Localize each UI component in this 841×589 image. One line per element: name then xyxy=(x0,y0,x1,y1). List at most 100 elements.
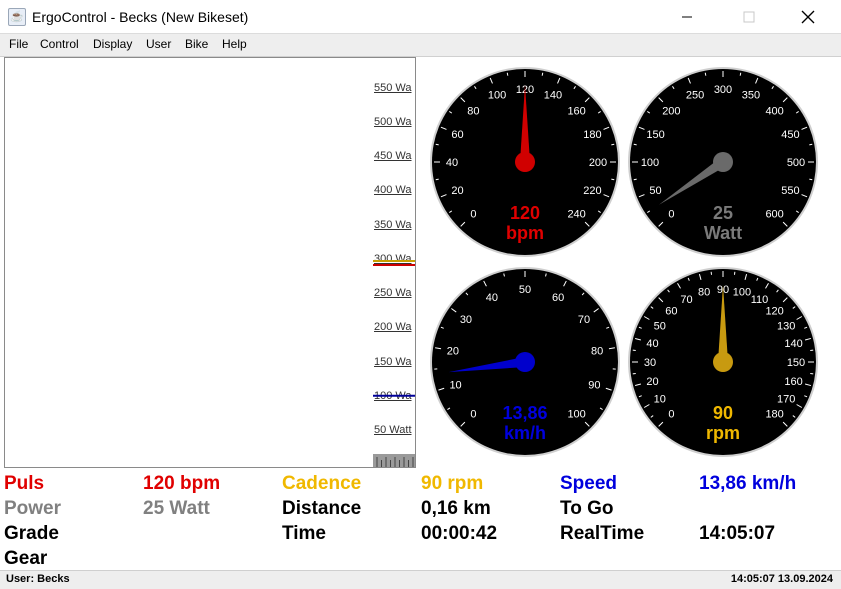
speed-label: Speed xyxy=(560,473,617,495)
gauge-tick-label: 200 xyxy=(662,105,680,117)
gauge-minor-tick xyxy=(740,73,741,76)
gauge-tick-label: 100 xyxy=(641,157,659,169)
puls-label: Puls xyxy=(4,473,44,495)
gauge-tick-label: 120 xyxy=(765,305,783,317)
status-bar: User: Becks 14:05:07 13.09.2024 xyxy=(0,570,841,589)
cadence-value: 90 rpm xyxy=(421,473,483,495)
gauge-minor-tick xyxy=(507,73,508,76)
java-icon: ☕ xyxy=(8,8,26,26)
gauge-tick-label: 90 xyxy=(588,380,600,392)
gauge-tick-label: 240 xyxy=(567,209,585,221)
gauge-tick-label: 50 xyxy=(654,321,666,333)
gauge-tick-label: 60 xyxy=(451,129,463,141)
gauge-value: 90 xyxy=(713,403,733,423)
graph-markers xyxy=(5,58,415,467)
gauge-tick-label: 300 xyxy=(714,84,732,96)
gauge-tick-label: 110 xyxy=(751,294,769,306)
gauge-tick-label: 0 xyxy=(668,209,674,221)
gauge-tick-label: 140 xyxy=(544,90,562,102)
gauge-needle-hub xyxy=(515,352,535,372)
gauge-minor-tick xyxy=(436,144,439,145)
gauge-tick-label: 600 xyxy=(765,209,783,221)
gauge-tick-label: 50 xyxy=(519,284,531,296)
gauge-tick-label: 250 xyxy=(686,90,704,102)
gauge-tick-label: 20 xyxy=(451,185,463,197)
gauge-unit: Watt xyxy=(704,223,742,243)
gauges: 020406080100120140160180200220240120bpm0… xyxy=(417,57,837,468)
gauge-needle-hub xyxy=(713,152,733,172)
gauge-tick-label: 20 xyxy=(447,346,459,358)
gauge-tick-label: 100 xyxy=(488,90,506,102)
gauge-tick-label: 10 xyxy=(654,394,666,406)
gauge-tick-label: 20 xyxy=(646,376,658,388)
gauge-tick-label: 40 xyxy=(486,292,498,304)
status-datetime: 14:05:07 13.09.2024 xyxy=(731,573,833,585)
gauge-minor-tick xyxy=(809,144,812,145)
gauge-tick-label: 40 xyxy=(446,157,458,169)
gauge-tick-label: 350 xyxy=(742,90,760,102)
menu-file[interactable]: File xyxy=(9,37,28,51)
grade-label: Grade xyxy=(4,523,59,545)
menu-bike[interactable]: Bike xyxy=(185,37,208,51)
gauge-tick-label: 150 xyxy=(646,129,664,141)
power-value: 25 Watt xyxy=(143,498,210,520)
gauge-needle-hub xyxy=(713,352,733,372)
gauge-tick-label: 500 xyxy=(787,157,805,169)
gauge-tick-label: 80 xyxy=(591,346,603,358)
gauge-tick-label: 80 xyxy=(467,105,479,117)
gauge-tick-label: 60 xyxy=(665,305,677,317)
gauge-tick-label: 50 xyxy=(649,185,661,197)
maximize-button[interactable] xyxy=(726,0,772,33)
gauge-tick-label: 80 xyxy=(698,286,710,298)
gauge-tick-label: 60 xyxy=(552,292,564,304)
gauge-tick-label: 550 xyxy=(781,185,799,197)
menu-bar: File Control Display User Bike Help xyxy=(0,34,841,57)
gauge-needle-hub xyxy=(515,152,535,172)
gauge-speed: 010203040506070809010013,86km/h xyxy=(430,267,620,457)
cadence-label: Cadence xyxy=(282,473,361,495)
menu-display[interactable]: Display xyxy=(93,37,132,51)
gauge-tick-label: 150 xyxy=(787,357,805,369)
gauge-pulse: 020406080100120140160180200220240120bpm xyxy=(430,67,620,257)
realtime-value: 14:05:07 xyxy=(699,523,775,545)
gauge-unit: rpm xyxy=(706,423,740,443)
gauge-unit: km/h xyxy=(504,423,546,443)
gauge-tick-label: 10 xyxy=(449,380,461,392)
gauge-power: 05010015020025030035040045050055060025Wa… xyxy=(628,67,818,257)
gauge-panel: 020406080100120140160180200220240120bpm0… xyxy=(417,57,837,468)
gauge-tick-label: 200 xyxy=(589,157,607,169)
close-button[interactable] xyxy=(785,0,831,33)
gauge-minor-tick xyxy=(436,179,439,180)
gear-label: Gear xyxy=(4,548,47,570)
distance-value: 0,16 km xyxy=(421,498,491,520)
time-value: 00:00:42 xyxy=(421,523,497,545)
gauge-minor-tick xyxy=(542,73,543,76)
gauge-tick-label: 30 xyxy=(460,314,472,326)
gauge-minor-tick xyxy=(634,179,637,180)
gauge-tick-label: 220 xyxy=(583,185,601,197)
gauge-tick-label: 30 xyxy=(644,357,656,369)
window-title: ErgoControl - Becks (New Bikeset) xyxy=(32,9,248,25)
menu-user[interactable]: User xyxy=(146,37,171,51)
menu-help[interactable]: Help xyxy=(222,37,247,51)
gauge-minor-tick xyxy=(611,179,614,180)
time-label: Time xyxy=(282,523,326,545)
gauge-tick-label: 0 xyxy=(470,209,476,221)
togo-label: To Go xyxy=(560,498,613,520)
gauge-value: 120 xyxy=(510,203,540,223)
gauge-tick-label: 40 xyxy=(646,338,658,350)
gauge-tick-label: 100 xyxy=(733,286,751,298)
minimize-button[interactable] xyxy=(664,0,710,33)
gauge-tick-label: 130 xyxy=(777,321,795,333)
menu-control[interactable]: Control xyxy=(40,37,79,51)
gauge-minor-tick xyxy=(705,73,706,76)
gauge-minor-tick xyxy=(809,179,812,180)
gauge-minor-tick xyxy=(504,274,505,277)
gauge-minor-tick xyxy=(546,274,547,277)
gauge-value: 13,86 xyxy=(502,403,547,423)
minimize-icon xyxy=(681,11,693,23)
power-label: Power xyxy=(4,498,61,520)
gauge-tick-label: 160 xyxy=(784,376,802,388)
gauge-tick-label: 180 xyxy=(583,129,601,141)
gauge-tick-label: 400 xyxy=(765,105,783,117)
